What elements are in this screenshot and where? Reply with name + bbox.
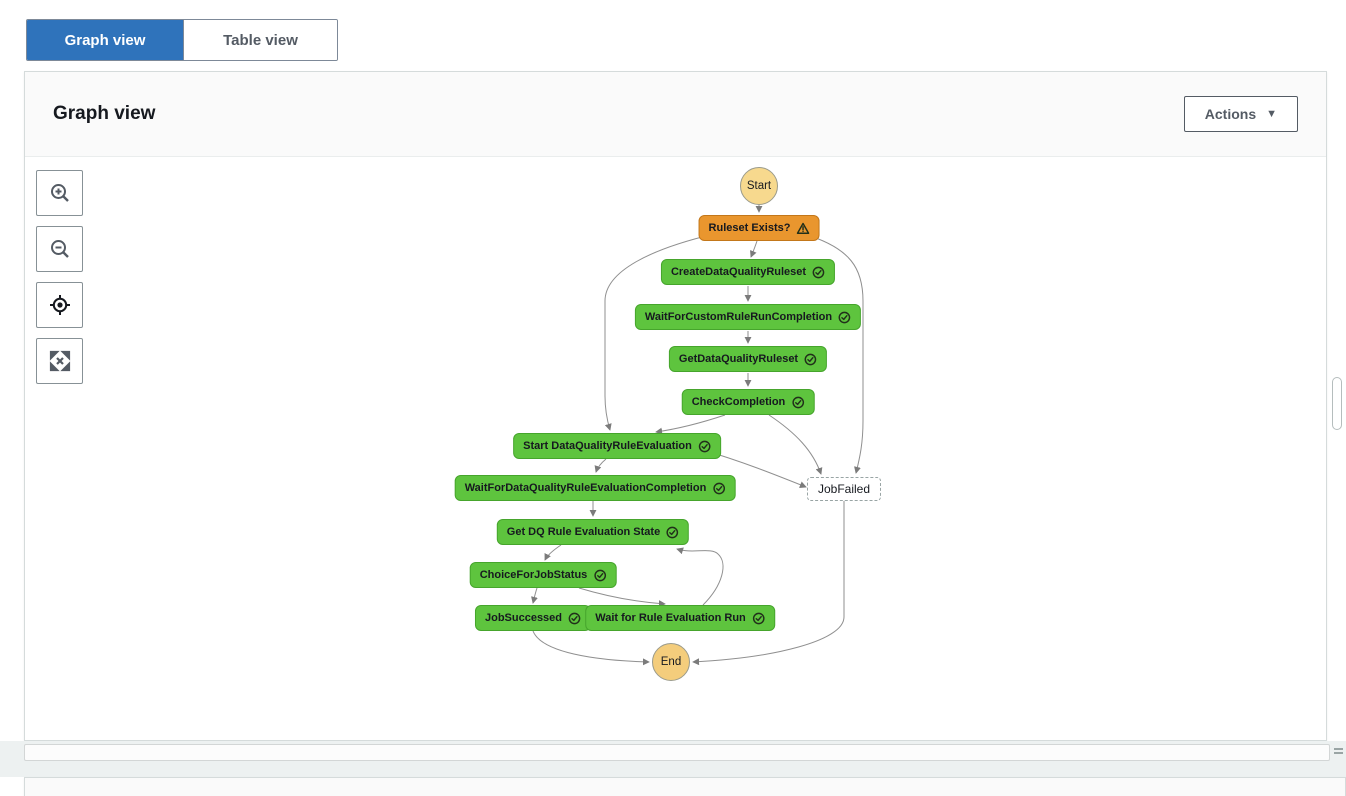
graph-view-panel: Graph view Actions ▼ Start Ruleset Exist…: [24, 71, 1327, 741]
node-check-completion[interactable]: CheckCompletion: [681, 389, 815, 415]
tab-graph-view[interactable]: Graph view: [27, 20, 183, 60]
zoom-out-icon: [50, 240, 69, 258]
node-label: Get DQ Rule Evaluation State: [506, 526, 661, 538]
center-target-icon: [49, 295, 70, 315]
center-graph-button[interactable]: [36, 282, 83, 328]
circle-check-icon: [568, 612, 581, 624]
resize-grip[interactable]: [1334, 748, 1343, 754]
node-create-ruleset[interactable]: CreateDataQualityRuleset: [660, 259, 836, 285]
node-label: End: [660, 656, 682, 668]
zoom-in-icon: [50, 184, 69, 202]
page-title: Graph view: [53, 103, 156, 124]
node-start-evaluation[interactable]: Start DataQualityRuleEvaluation: [513, 433, 721, 459]
horizontal-scrollbar[interactable]: [24, 744, 1330, 761]
circle-check-icon: [698, 440, 711, 452]
node-label: Start DataQualityRuleEvaluation: [523, 440, 692, 452]
circle-check-icon: [791, 396, 804, 408]
node-label: JobSuccessed: [484, 612, 563, 624]
node-get-dq-state[interactable]: Get DQ Rule Evaluation State: [496, 519, 690, 545]
node-wait-custom-run[interactable]: WaitForCustomRuleRunCompletion: [634, 304, 862, 330]
warning-triangle-icon: [796, 222, 810, 234]
node-label: Start: [746, 180, 772, 192]
actions-button-label: Actions: [1204, 106, 1257, 122]
node-label: Ruleset Exists?: [708, 222, 791, 234]
chevron-down-icon: ▼: [1266, 107, 1277, 120]
graph-toolbar: [36, 170, 83, 384]
graph-canvas[interactable]: Start Ruleset Exists? CreateDataQualityRul…: [25, 157, 1326, 698]
fit-expand-icon: [49, 350, 70, 372]
node-label: Wait for Rule Evaluation Run: [595, 612, 746, 624]
actions-button[interactable]: Actions ▼: [1183, 96, 1298, 132]
node-label: WaitForCustomRuleRunCompletion: [644, 311, 833, 323]
node-job-successed[interactable]: JobSuccessed: [474, 605, 592, 631]
node-start[interactable]: Start: [740, 167, 778, 205]
circle-check-icon: [712, 482, 725, 494]
circle-check-icon: [812, 266, 825, 278]
node-get-ruleset[interactable]: GetDataQualityRuleset: [668, 346, 828, 372]
circle-check-icon: [804, 353, 817, 365]
node-wait-rule-run[interactable]: Wait for Rule Evaluation Run: [585, 605, 775, 631]
node-wait-evaluation[interactable]: WaitForDataQualityRuleEvaluationCompleti…: [454, 475, 736, 501]
panel-header: Graph view Actions ▼: [25, 72, 1326, 157]
node-label: CreateDataQualityRuleset: [670, 266, 807, 278]
vertical-scrollbar-thumb[interactable]: [1332, 377, 1342, 430]
next-panel-edge: [24, 777, 1346, 796]
node-label: JobFailed: [817, 482, 871, 496]
node-job-failed[interactable]: JobFailed: [806, 477, 882, 501]
zoom-in-button[interactable]: [36, 170, 83, 216]
zoom-out-button[interactable]: [36, 226, 83, 272]
circle-check-icon: [752, 612, 765, 624]
node-label: CheckCompletion: [691, 396, 786, 408]
tab-table-view[interactable]: Table view: [183, 20, 337, 60]
node-label: GetDataQualityRuleset: [678, 353, 799, 365]
circle-check-icon: [593, 569, 606, 581]
node-label: WaitForDataQualityRuleEvaluationCompleti…: [464, 482, 707, 494]
circle-check-icon: [838, 311, 851, 323]
page: Graph view Table view Graph view Actions…: [0, 0, 1346, 796]
node-choice-job-status[interactable]: ChoiceForJobStatus: [469, 562, 617, 588]
node-ruleset-exists[interactable]: Ruleset Exists?: [698, 215, 820, 241]
view-toggle: Graph view Table view: [26, 19, 338, 61]
circle-check-icon: [666, 526, 679, 538]
fit-to-screen-button[interactable]: [36, 338, 83, 384]
node-label: ChoiceForJobStatus: [479, 569, 588, 581]
node-end[interactable]: End: [652, 643, 690, 681]
